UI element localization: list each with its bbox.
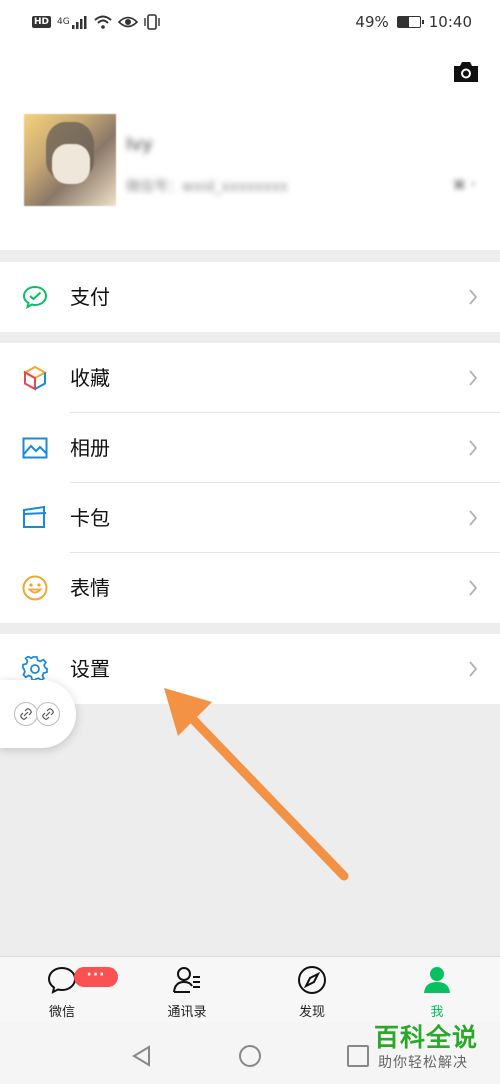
chevron-right-icon [469, 289, 478, 305]
watermark: 百科全说 助你轻松解决 [370, 1018, 490, 1074]
contacts-icon [173, 967, 200, 993]
bottom-tab-bar: ··· 微信 通讯录 发现 我 [0, 956, 500, 1022]
tab-label: 发现 [298, 1005, 325, 1020]
smiley-icon [22, 575, 48, 601]
wechat-id: 微信号：wxid_xxxxxxxx [126, 179, 288, 195]
system-nav-bar: 百科全说 助你轻松解决 [0, 1022, 500, 1084]
nickname: Ivy [126, 134, 153, 155]
home-icon[interactable] [238, 1044, 262, 1068]
menu-item-favorites[interactable]: 收藏 [0, 343, 500, 413]
profile-header[interactable]: Ivy 微信号：wxid_xxxxxxxx ▣ › [0, 44, 500, 250]
floating-window-bubble[interactable] [0, 680, 76, 748]
tab-chats[interactable]: ··· 微信 [12, 957, 118, 1023]
clock: 10:40 [428, 13, 472, 31]
wechat-pay-icon [22, 285, 48, 309]
chevron-right-icon [469, 440, 478, 456]
menu-item-cards[interactable]: 卡包 [0, 483, 500, 553]
annotation-arrow [164, 688, 349, 881]
wifi-icon [94, 15, 112, 29]
menu-item-pay[interactable]: 支付 [0, 262, 500, 332]
chevron-right-icon [469, 510, 478, 526]
tab-me[interactable]: 我 [387, 957, 487, 1023]
gear-icon [22, 656, 48, 681]
main-menu-group: 收藏 相册 卡包 表情 [0, 343, 500, 623]
back-icon[interactable] [130, 1044, 154, 1068]
status-bar: HD 4G 49% 10:40 [0, 0, 500, 44]
battery-percent: 49% [355, 13, 389, 31]
eye-icon [117, 16, 138, 28]
chat-bubble-icon [47, 966, 77, 994]
pay-group: 支付 [0, 262, 500, 332]
qr-code-entry[interactable]: ▣ › [453, 176, 476, 192]
link-icon [14, 702, 38, 726]
tab-label: 微信 [48, 1005, 75, 1020]
unread-badge: ··· [74, 967, 118, 987]
menu-item-label: 相册 [70, 436, 110, 460]
image-icon [22, 437, 48, 459]
chevron-right-icon [469, 580, 478, 596]
menu-item-album[interactable]: 相册 [0, 413, 500, 483]
tab-label: 通讯录 [167, 1005, 207, 1020]
watermark-title: 百科全说 [374, 1023, 479, 1052]
cube-icon [22, 365, 48, 391]
status-right: 49% 10:40 [355, 13, 472, 31]
camera-icon[interactable] [452, 60, 480, 84]
compass-icon [298, 966, 326, 994]
watermark-subtitle: 助你轻松解决 [378, 1055, 468, 1071]
tab-discover[interactable]: 发现 [262, 957, 362, 1023]
battery-level [397, 17, 409, 27]
status-left: HD 4G [32, 14, 160, 30]
menu-item-label: 支付 [70, 285, 110, 309]
signal-icon [71, 16, 87, 29]
avatar[interactable] [24, 114, 116, 206]
network-type: 4G [57, 17, 70, 27]
menu-item-label: 收藏 [70, 366, 110, 390]
chevron-right-icon [469, 370, 478, 386]
menu-item-label: 卡包 [70, 506, 110, 530]
tab-contacts[interactable]: 通讯录 [137, 957, 237, 1023]
hd-badge: HD [32, 16, 52, 28]
wallet-icon [23, 505, 47, 528]
person-icon [424, 967, 450, 993]
menu-item-stickers[interactable]: 表情 [0, 553, 500, 623]
battery-icon [396, 16, 424, 28]
vibrate-icon [144, 14, 160, 30]
link-icon [36, 702, 60, 726]
menu-item-label: 设置 [70, 657, 110, 681]
menu-item-label: 表情 [70, 576, 110, 600]
recents-icon[interactable] [346, 1044, 370, 1068]
chevron-right-icon [469, 661, 478, 677]
